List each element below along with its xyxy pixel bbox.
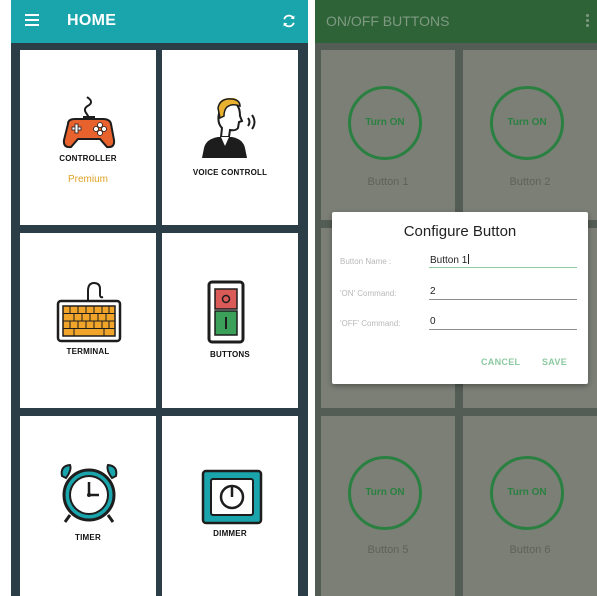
button-name-value: Button 1	[430, 255, 468, 266]
button-caption: Button 5	[367, 544, 409, 556]
turn-on-label: Turn ON	[365, 487, 405, 498]
tile-voice-control[interactable]: VOICE CONTROLL	[162, 50, 298, 225]
home-screen: HOME CONTROLLER Premium VOICE CONTROLL T…	[11, 0, 308, 596]
button-name-label: Button Name :	[340, 257, 392, 266]
buttons-screen: ON/OFF BUTTONS Turn ON Button 1 Turn ON …	[315, 0, 597, 596]
button-caption: Button 2	[509, 176, 551, 188]
button-name-input[interactable]: Button 1	[429, 254, 577, 268]
more-vert-icon[interactable]	[586, 14, 589, 28]
text-caret	[468, 254, 470, 264]
tile-controller[interactable]: CONTROLLER Premium	[20, 50, 156, 225]
off-command-label: 'OFF' Command:	[340, 319, 401, 328]
tile-dimmer-label: DIMMER	[213, 529, 247, 538]
turn-on-button[interactable]: Turn ON	[490, 456, 564, 530]
tile-terminal-label: TERMINAL	[66, 347, 110, 356]
tile-timer-label: TIMER	[75, 533, 101, 542]
save-button[interactable]: SAVE	[542, 357, 567, 367]
gamepad-icon	[62, 96, 116, 149]
turn-on-button[interactable]: Turn ON	[490, 86, 564, 160]
tile-timer[interactable]: TIMER	[20, 416, 156, 596]
refresh-icon[interactable]	[281, 13, 297, 29]
tile-buttons[interactable]: BUTTONS	[162, 233, 298, 408]
alarm-clock-icon	[60, 463, 118, 523]
cancel-button[interactable]: CANCEL	[481, 357, 520, 367]
tile-dimmer[interactable]: DIMMER	[162, 416, 298, 596]
hamburger-menu-icon[interactable]	[25, 14, 39, 26]
on-command-input[interactable]: 2	[429, 286, 577, 300]
tile-terminal[interactable]: TERMINAL	[20, 233, 156, 408]
tile-controller-label: CONTROLLER	[59, 154, 117, 163]
premium-badge: Premium	[67, 174, 108, 185]
button-cell-1[interactable]: Turn ON Button 1	[321, 50, 455, 220]
page-title: HOME	[67, 12, 117, 29]
on-command-label: 'ON' Command:	[340, 289, 397, 298]
dialog-title: Configure Button	[403, 223, 517, 240]
buttons-app-bar: ON/OFF BUTTONS	[315, 0, 597, 43]
configure-button-dialog: Configure Button Button Name : Button 1 …	[332, 212, 588, 384]
buttons-page-title: ON/OFF BUTTONS	[326, 13, 450, 29]
on-command-value: 2	[430, 286, 436, 297]
turn-on-button[interactable]: Turn ON	[348, 86, 422, 160]
turn-on-label: Turn ON	[365, 117, 405, 128]
turn-on-label: Turn ON	[507, 117, 547, 128]
off-command-value: 0	[430, 316, 436, 327]
off-command-input[interactable]: 0	[429, 316, 577, 330]
button-cell-6[interactable]: Turn ON Button 6	[463, 416, 597, 596]
dimmer-knob-icon	[201, 469, 263, 525]
button-cell-5[interactable]: Turn ON Button 5	[321, 416, 455, 596]
home-app-bar: HOME	[11, 0, 308, 43]
keyboard-icon	[56, 281, 122, 343]
tile-voice-control-label: VOICE CONTROLL	[192, 168, 268, 177]
button-caption: Button 1	[367, 176, 409, 188]
turn-on-label: Turn ON	[507, 487, 547, 498]
voice-person-icon	[202, 97, 256, 158]
button-cell-2[interactable]: Turn ON Button 2	[463, 50, 597, 220]
tile-buttons-label: BUTTONS	[210, 350, 250, 359]
button-caption: Button 6	[509, 544, 551, 556]
turn-on-button[interactable]: Turn ON	[348, 456, 422, 530]
switch-icon	[207, 280, 245, 344]
